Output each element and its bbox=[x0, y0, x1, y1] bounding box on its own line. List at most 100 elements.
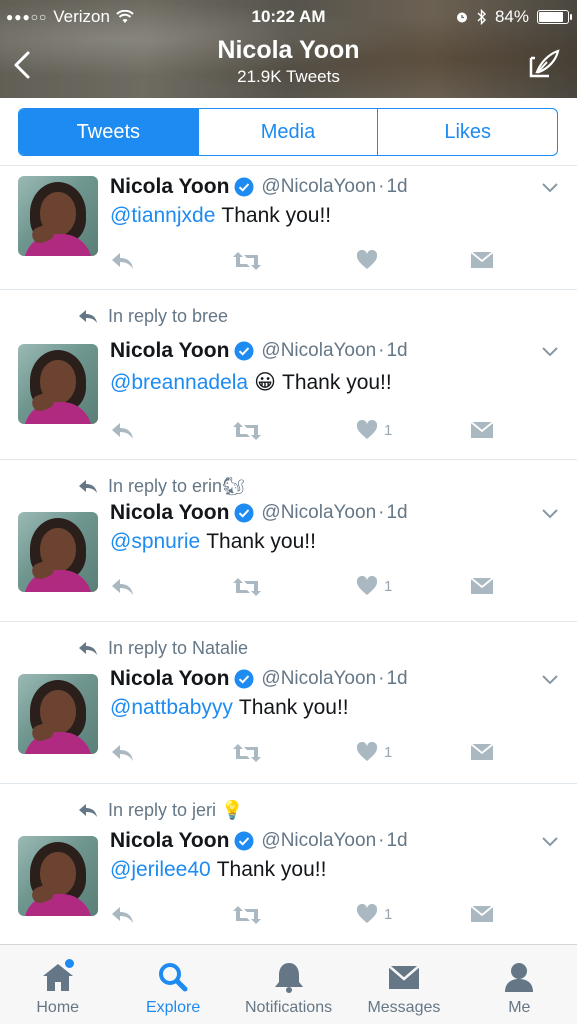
separator-dot: · bbox=[378, 176, 385, 197]
chevron-down-icon[interactable] bbox=[541, 836, 559, 848]
tweet[interactable]: In reply to Natalie Nicola Yoon @NicolaY… bbox=[0, 622, 577, 784]
tab-media[interactable]: Media bbox=[199, 109, 379, 155]
tab-messages[interactable]: Messages bbox=[346, 945, 461, 1024]
avatar[interactable] bbox=[18, 176, 98, 256]
tweet-header: Nicola Yoon @NicolaYoon · 1d bbox=[110, 338, 408, 364]
retweet-button[interactable] bbox=[232, 420, 262, 442]
reply-to-label[interactable]: In reply to erin🐿 bbox=[108, 476, 245, 497]
tweet[interactable]: In reply to bree Nicola Yoon @NicolaYoon… bbox=[0, 290, 577, 460]
avatar[interactable] bbox=[18, 674, 98, 754]
reply-button[interactable] bbox=[110, 742, 136, 764]
tweet-actions bbox=[110, 250, 500, 276]
heart-icon bbox=[356, 904, 378, 923]
tab-likes[interactable]: Likes bbox=[378, 109, 557, 155]
reply-button[interactable] bbox=[110, 420, 136, 442]
reply-to-label[interactable]: In reply to jeri 💡 bbox=[108, 800, 243, 821]
author-name[interactable]: Nicola Yoon bbox=[110, 175, 229, 199]
chevron-down-icon[interactable] bbox=[541, 508, 559, 520]
tweet-time: 1d bbox=[386, 176, 408, 197]
emoji: 😀 bbox=[254, 371, 276, 394]
tweet-text: @tiannjxde Thank you!! bbox=[110, 204, 331, 228]
reply-arrow-icon bbox=[79, 642, 97, 655]
tab-tweets[interactable]: Tweets bbox=[19, 109, 199, 155]
like-button[interactable]: 1 bbox=[356, 904, 392, 924]
reply-icon bbox=[112, 579, 133, 595]
like-button[interactable]: 1 bbox=[356, 742, 392, 762]
reply-icon bbox=[112, 253, 133, 269]
avatar[interactable] bbox=[18, 344, 98, 424]
mention-link[interactable]: @tiannjxde bbox=[110, 204, 215, 228]
reply-to-label[interactable]: In reply to Natalie bbox=[108, 638, 248, 659]
tweet-header: Nicola Yoon @NicolaYoon · 1d bbox=[110, 174, 408, 200]
reply-button[interactable] bbox=[110, 904, 136, 926]
author-name[interactable]: Nicola Yoon bbox=[110, 339, 229, 363]
direct-message-button[interactable] bbox=[470, 576, 494, 596]
author-name[interactable]: Nicola Yoon bbox=[110, 829, 229, 853]
author-name[interactable]: Nicola Yoon bbox=[110, 667, 229, 691]
author-handle[interactable]: @NicolaYoon bbox=[261, 668, 376, 690]
direct-message-button[interactable] bbox=[470, 742, 494, 762]
tweet-actions: 1 bbox=[110, 576, 500, 602]
reply-button[interactable] bbox=[110, 250, 136, 272]
separator-dot: · bbox=[378, 668, 385, 689]
like-button[interactable]: 1 bbox=[356, 420, 392, 440]
envelope-icon bbox=[470, 905, 494, 922]
reply-arrow-icon bbox=[79, 804, 97, 817]
direct-message-button[interactable] bbox=[470, 250, 494, 270]
mention-link[interactable]: @breannadela bbox=[110, 371, 248, 395]
header-title-block: Nicola Yoon 21.9K Tweets bbox=[0, 36, 577, 87]
like-button[interactable]: 1 bbox=[356, 576, 392, 596]
tweet[interactable]: Nicola Yoon @NicolaYoon · 1d @tiannjxde … bbox=[0, 166, 577, 290]
tab-notifications[interactable]: Notifications bbox=[231, 945, 346, 1024]
author-name[interactable]: Nicola Yoon bbox=[110, 501, 229, 525]
retweet-button[interactable] bbox=[232, 250, 262, 272]
bell-icon bbox=[271, 961, 307, 993]
author-handle[interactable]: @NicolaYoon bbox=[261, 340, 376, 362]
retweet-button[interactable] bbox=[232, 576, 262, 598]
like-button[interactable] bbox=[356, 250, 384, 270]
like-count: 1 bbox=[384, 743, 393, 761]
author-handle[interactable]: @NicolaYoon bbox=[261, 176, 376, 198]
like-count: 1 bbox=[384, 905, 393, 923]
home-icon bbox=[40, 959, 76, 993]
reply-button[interactable] bbox=[110, 576, 136, 598]
reply-arrow-icon bbox=[79, 310, 97, 323]
reply-to-label[interactable]: In reply to bree bbox=[108, 306, 228, 327]
author-handle[interactable]: @NicolaYoon bbox=[261, 830, 376, 852]
tweet-body: Thank you!! bbox=[206, 530, 316, 553]
profile-header: ●●●○○ Verizon 10:22 AM 84% Nicola Yoon 2… bbox=[0, 0, 577, 98]
tweet[interactable]: In reply to erin🐿 Nicola Yoon @NicolaYoo… bbox=[0, 460, 577, 622]
tab-home[interactable]: Home bbox=[0, 945, 115, 1024]
compose-tweet-icon[interactable] bbox=[527, 48, 561, 80]
mention-link[interactable]: @spnurie bbox=[110, 530, 200, 554]
verified-badge-icon bbox=[234, 177, 254, 197]
retweet-button[interactable] bbox=[232, 904, 262, 926]
battery-fill bbox=[539, 12, 563, 22]
tab-label: Messages bbox=[367, 999, 441, 1016]
tab-me[interactable]: Me bbox=[462, 945, 577, 1024]
notification-dot bbox=[64, 959, 74, 968]
retweet-button[interactable] bbox=[232, 742, 262, 764]
chevron-down-icon[interactable] bbox=[541, 346, 559, 358]
profile-tabs-wrapper: Tweets Media Likes bbox=[0, 98, 577, 166]
chevron-down-icon[interactable] bbox=[541, 182, 559, 194]
tab-label: Me bbox=[508, 999, 531, 1016]
tweet-text: @nattbabyyy Thank you!! bbox=[110, 696, 349, 720]
reply-context: In reply to Natalie bbox=[78, 636, 248, 660]
mention-link[interactable]: @jerilee40 bbox=[110, 858, 211, 882]
envelope-icon bbox=[470, 743, 494, 760]
tweet-actions: 1 bbox=[110, 420, 500, 446]
tweet-feed: Nicola Yoon @NicolaYoon · 1d @tiannjxde … bbox=[0, 166, 577, 946]
chevron-down-icon[interactable] bbox=[541, 674, 559, 686]
author-handle[interactable]: @NicolaYoon bbox=[261, 502, 376, 524]
tab-explore[interactable]: Explore bbox=[115, 945, 230, 1024]
direct-message-button[interactable] bbox=[470, 420, 494, 440]
avatar[interactable] bbox=[18, 512, 98, 592]
tweet[interactable]: In reply to jeri 💡 Nicola Yoon @NicolaYo… bbox=[0, 784, 577, 946]
separator-dot: · bbox=[378, 340, 385, 361]
mention-link[interactable]: @nattbabyyy bbox=[110, 696, 233, 720]
reply-icon bbox=[112, 907, 133, 923]
direct-message-button[interactable] bbox=[470, 904, 494, 924]
alarm-icon bbox=[456, 12, 467, 23]
avatar[interactable] bbox=[18, 836, 98, 916]
